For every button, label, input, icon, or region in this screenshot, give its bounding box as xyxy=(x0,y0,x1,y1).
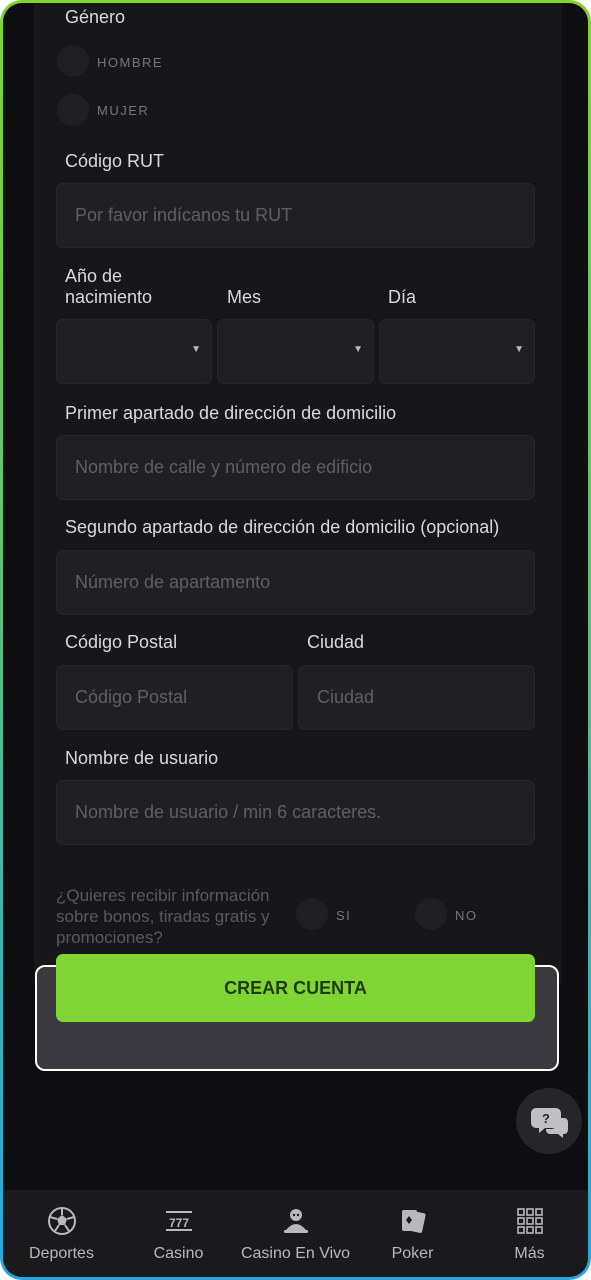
tab-deportes[interactable]: Deportes xyxy=(3,1190,120,1277)
chevron-down-icon: ▼ xyxy=(191,344,201,355)
address2-input[interactable]: Número de apartamento xyxy=(56,550,535,615)
tab-casino-en-vivo-label: Casino En Vivo xyxy=(240,1245,351,1262)
live-dealer-icon xyxy=(284,1209,308,1233)
soccer-ball-icon xyxy=(48,1207,76,1235)
city-label: Ciudad xyxy=(307,632,365,652)
username-label: Nombre de usuario xyxy=(65,748,219,768)
birth-year-label-line1: Año de xyxy=(65,266,123,286)
chat-help-icon: ? xyxy=(531,1108,568,1138)
promotions-question: ¿Quieres recibir información sobre bonos… xyxy=(56,885,291,948)
birth-year-select[interactable]: ▼ xyxy=(56,319,212,384)
tab-poker-label: Poker xyxy=(391,1245,434,1262)
tab-casino-label: Casino xyxy=(153,1245,204,1262)
radio-mujer[interactable] xyxy=(57,94,89,126)
promotions-question-line2: sobre bonos, tiradas gratis y xyxy=(56,907,270,926)
chevron-down-icon: ▼ xyxy=(353,344,363,355)
rut-label: Código RUT xyxy=(65,151,165,171)
radio-promos-yes[interactable] xyxy=(296,898,328,930)
radio-hombre[interactable] xyxy=(57,45,89,77)
create-account-button[interactable]: CREAR CUENTA xyxy=(56,954,535,1022)
city-input[interactable]: Ciudad xyxy=(298,665,535,730)
chat-support-button[interactable]: ? xyxy=(516,1088,582,1154)
bottom-tab-bar: Deportes 777 Casino Casino En Vivo Poker… xyxy=(3,1190,588,1277)
address1-input[interactable]: Nombre de calle y número de edificio xyxy=(56,435,535,500)
birth-month-label: Mes xyxy=(227,287,262,307)
screen: Género HOMBRE MUJER Código RUT Por favor… xyxy=(3,3,588,1277)
rut-input[interactable]: Por favor indícanos tu RUT xyxy=(56,183,535,248)
birth-day-select[interactable]: ▼ xyxy=(379,319,535,384)
username-input[interactable]: Nombre de usuario / min 6 caracteres. xyxy=(56,780,535,845)
device-frame: Género HOMBRE MUJER Código RUT Por favor… xyxy=(0,0,591,1280)
svg-text:777: 777 xyxy=(169,1216,189,1230)
svg-text:?: ? xyxy=(542,1111,550,1126)
slot-777-icon: 777 xyxy=(166,1211,192,1231)
promotions-question-line3: promociones? xyxy=(56,928,163,947)
birth-year-label-line2: nacimiento xyxy=(65,287,153,307)
radio-promos-no[interactable] xyxy=(415,898,447,930)
birth-day-label: Día xyxy=(388,287,417,307)
radio-hombre-label: HOMBRE xyxy=(97,55,164,70)
grid-menu-icon xyxy=(517,1208,543,1234)
radio-mujer-label: MUJER xyxy=(97,103,150,118)
tab-mas-label: Más xyxy=(514,1245,545,1262)
gender-label: Género xyxy=(65,7,126,27)
promotions-question-line1: ¿Quieres recibir información xyxy=(56,886,270,905)
playing-cards-icon xyxy=(402,1210,426,1233)
tab-mas[interactable]: Más xyxy=(471,1190,588,1277)
birth-month-select[interactable]: ▼ xyxy=(217,319,374,384)
tab-deportes-label: Deportes xyxy=(29,1245,94,1262)
address2-label: Segundo apartado de dirección de domicil… xyxy=(65,517,500,537)
radio-promos-yes-label: SI xyxy=(336,908,352,923)
address1-label: Primer apartado de dirección de domicili… xyxy=(65,403,397,423)
birth-year-label: Año de nacimiento xyxy=(65,266,152,308)
postal-code-label: Código Postal xyxy=(65,632,178,652)
radio-promos-no-label: NO xyxy=(455,908,478,923)
tab-casino[interactable]: 777 Casino xyxy=(120,1190,237,1277)
postal-code-input[interactable]: Código Postal xyxy=(56,665,293,730)
chevron-down-icon: ▼ xyxy=(514,344,524,355)
tab-poker[interactable]: Poker xyxy=(354,1190,471,1277)
tab-casino-en-vivo[interactable]: Casino En Vivo xyxy=(237,1190,354,1277)
